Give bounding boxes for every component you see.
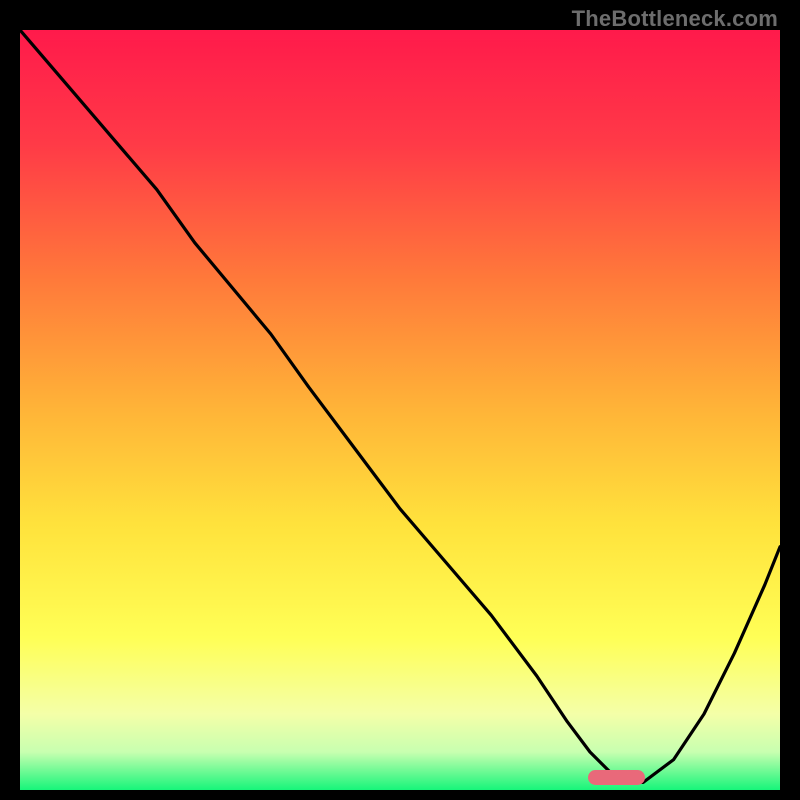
watermark-text: TheBottleneck.com	[572, 6, 778, 32]
highlight-marker	[588, 770, 645, 785]
gradient-rect	[20, 30, 780, 790]
chart-svg	[20, 30, 780, 790]
chart-frame	[20, 30, 780, 790]
